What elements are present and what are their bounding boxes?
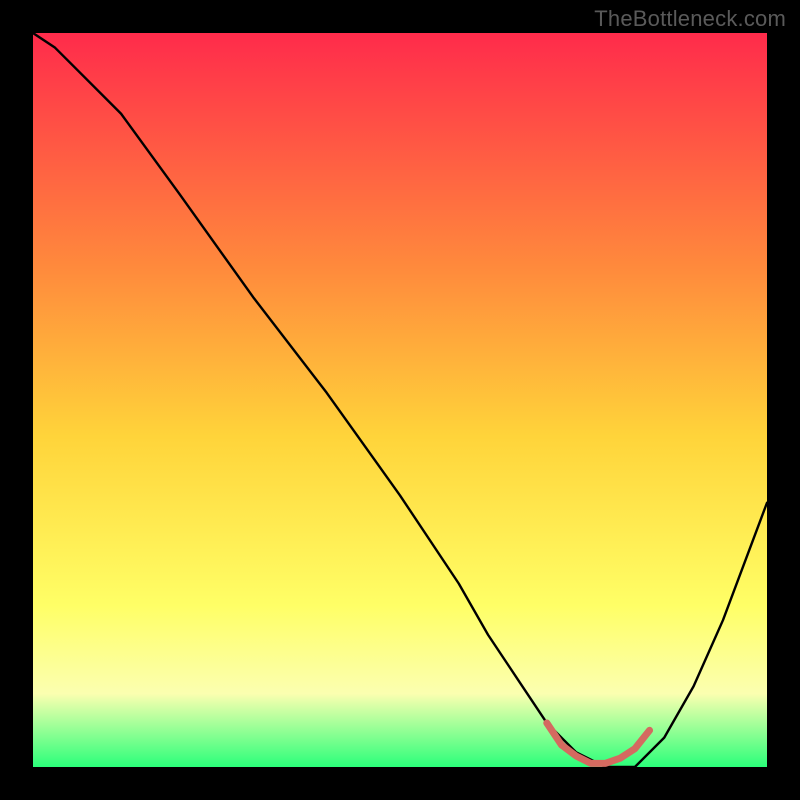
chart-frame: [33, 33, 767, 767]
watermark-text: TheBottleneck.com: [594, 6, 786, 32]
bottleneck-chart: [33, 33, 767, 767]
